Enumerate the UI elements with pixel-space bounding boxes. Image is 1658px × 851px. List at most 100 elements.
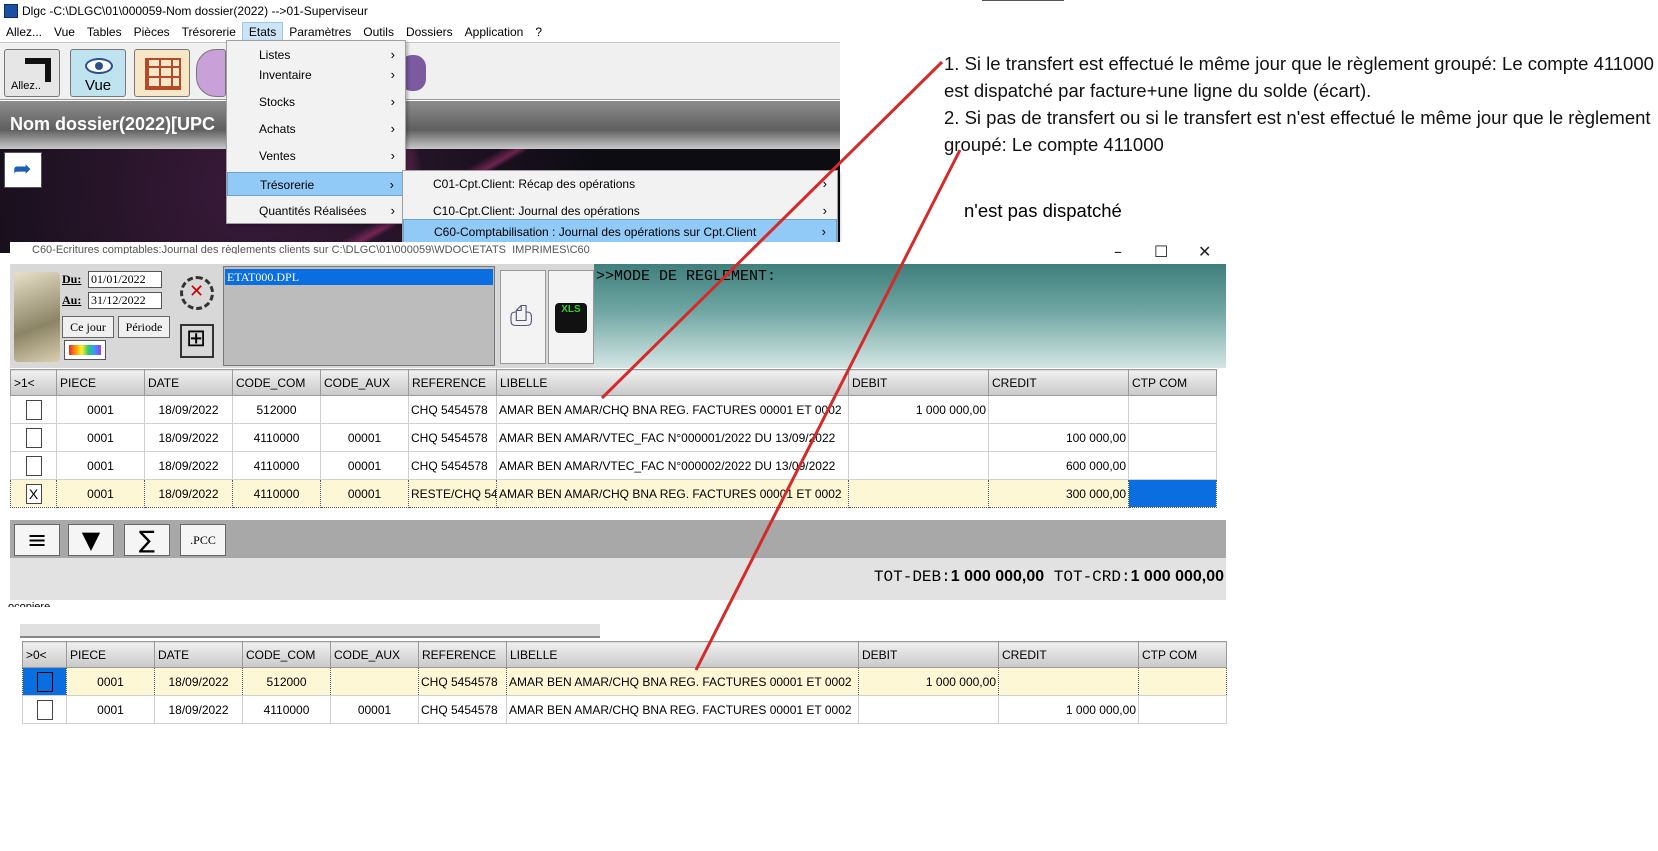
menu-lines-icon[interactable]: ≡	[14, 524, 60, 556]
print-preview-icon[interactable]	[500, 270, 546, 364]
close-icon[interactable]: ✕	[1198, 242, 1211, 261]
etats-item-achats[interactable]: Achats ›	[227, 117, 405, 141]
etats-item-ventes[interactable]: Ventes ›	[227, 144, 405, 168]
col-header-check[interactable]: >0<	[22, 641, 67, 668]
menu-allez[interactable]: Allez...	[0, 23, 48, 41]
col-header-credit[interactable]: CREDIT	[988, 369, 1129, 396]
ce-jour-button[interactable]: Ce jour	[62, 316, 114, 338]
xls-export-button[interactable]: XLS	[548, 270, 594, 364]
submenu-item-c60[interactable]: C60-Comptabilisation : Journal des opéra…	[403, 219, 837, 243]
etats-item-inventaire[interactable]: Inventaire ›	[227, 63, 405, 87]
row-checkbox[interactable]	[25, 455, 42, 476]
submenu-item-c01[interactable]: C01-Cpt.Client: Récap des opérations ›	[403, 172, 837, 196]
col-header-reference[interactable]: REFERENCE	[418, 641, 507, 668]
menu-parametres[interactable]: Paramètres	[283, 23, 357, 41]
cell-code-com: 512000	[232, 395, 321, 424]
gear-icon[interactable]	[180, 276, 214, 310]
cell-debit	[848, 423, 989, 452]
row-checkbox[interactable]	[36, 671, 53, 692]
menu-tables[interactable]: Tables	[81, 23, 128, 41]
tot-crd-value: 1 000 000,00	[1130, 568, 1224, 585]
money-icon	[14, 272, 60, 362]
color-picker-button[interactable]	[64, 340, 106, 360]
shortcut-arrow-icon[interactable]	[4, 152, 42, 188]
etats-item-quantites[interactable]: Quantités Réalisées ›	[227, 199, 405, 223]
filter-icon[interactable]: ▼	[68, 524, 114, 556]
clip-button[interactable]	[196, 49, 226, 97]
cell-piece: 0001	[56, 395, 145, 424]
col-header-code-aux[interactable]: CODE_AUX	[320, 369, 409, 396]
col-header-ctp-com[interactable]: CTP COM	[1138, 641, 1227, 668]
col-header-debit[interactable]: DEBIT	[848, 369, 989, 396]
pcc-button[interactable]: .PCC	[180, 524, 226, 556]
file-list[interactable]: ETAT000.DPL	[223, 266, 495, 366]
sigma-icon[interactable]: ∑	[124, 524, 170, 556]
du-date-input[interactable]	[88, 271, 162, 288]
chevron-right-icon: ›	[390, 94, 395, 109]
row-checkbox[interactable]	[25, 427, 42, 448]
col-header-piece[interactable]: PIECE	[66, 641, 155, 668]
etats-item-label: Quantités Réalisées	[259, 204, 367, 218]
col-header-date[interactable]: DATE	[144, 369, 233, 396]
cell-date: 18/09/2022	[144, 423, 233, 452]
tables-button[interactable]	[134, 49, 190, 97]
col-header-reference[interactable]: REFERENCE	[408, 369, 497, 396]
etats-item-tresorerie[interactable]: Trésorerie ›	[227, 172, 405, 196]
table-row[interactable]: 0001 18/09/2022 4110000 00001 CHQ 545457…	[10, 423, 1217, 452]
menu-tresorerie[interactable]: Trésorerie	[176, 23, 242, 41]
col-header-code-aux[interactable]: CODE_AUX	[330, 641, 419, 668]
menu-dossiers[interactable]: Dossiers	[400, 23, 459, 41]
cell-ctp-com	[1128, 423, 1217, 452]
col-header-libelle[interactable]: LIBELLE	[506, 641, 859, 668]
col-header-date[interactable]: DATE	[154, 641, 243, 668]
maximize-icon[interactable]: ☐	[1154, 242, 1168, 261]
cell-credit: 600 000,00	[988, 451, 1129, 480]
tresorerie-submenu: C01-Cpt.Client: Récap des opérations › C1…	[402, 170, 838, 243]
cell-debit	[848, 451, 989, 480]
col-header-piece[interactable]: PIECE	[56, 369, 145, 396]
row-checkbox[interactable]: X	[25, 483, 42, 504]
chevron-right-icon: ›	[390, 203, 395, 218]
menu-application[interactable]: Application	[459, 23, 530, 41]
col-header-libelle[interactable]: LIBELLE	[496, 369, 849, 396]
cell-code-aux	[320, 395, 409, 424]
file-list-selected-item[interactable]: ETAT000.DPL	[225, 269, 493, 285]
row-checkbox[interactable]	[36, 699, 53, 720]
menu-etats[interactable]: Etats	[241, 22, 284, 42]
col-header-credit[interactable]: CREDIT	[998, 641, 1139, 668]
row-checkbox[interactable]	[25, 399, 42, 420]
minimize-icon[interactable]: –	[1114, 242, 1122, 261]
menu-help[interactable]: ?	[529, 23, 548, 41]
allez-button-label: Allez..	[11, 80, 41, 92]
cell-reference: CHQ 5454578	[418, 695, 507, 724]
table-row[interactable]: 0001 18/09/2022 512000 CHQ 5454578 AMAR …	[10, 395, 1217, 424]
cell-date: 18/09/2022	[144, 479, 233, 508]
periode-button[interactable]: Période	[118, 316, 170, 338]
cell-ctp-com[interactable]	[1128, 479, 1217, 508]
etats-item-label: Ventes	[259, 149, 296, 163]
menu-outils[interactable]: Outils	[357, 23, 400, 41]
cell-libelle: AMAR BEN AMAR/CHQ BNA REG. FACTURES 0000…	[496, 395, 849, 424]
au-date-input[interactable]	[88, 292, 162, 309]
table-row[interactable]: 0001 18/09/2022 4110000 00001 CHQ 545457…	[22, 695, 1227, 724]
col-header-code-com[interactable]: CODE_COM	[242, 641, 331, 668]
target-icon[interactable]	[180, 324, 214, 358]
cell-code-com: 4110000	[232, 451, 321, 480]
cell-piece: 0001	[66, 667, 155, 696]
table-row-selected[interactable]: X 0001 18/09/2022 4110000 00001 RESTE/CH…	[10, 479, 1217, 508]
vue-button[interactable]: Vue	[70, 49, 126, 97]
etats-item-stocks[interactable]: Stocks ›	[227, 90, 405, 114]
note-1: 1. Si le transfert est effectué le même …	[944, 53, 1654, 101]
cell-reference: CHQ 5454578	[408, 423, 497, 452]
menu-pieces[interactable]: Pièces	[128, 23, 176, 41]
col-header-code-com[interactable]: CODE_COM	[232, 369, 321, 396]
col-header-debit[interactable]: DEBIT	[858, 641, 999, 668]
dossier-title: Nom dossier(2022)[UPC	[10, 114, 216, 134]
table-row[interactable]: 0001 18/09/2022 4110000 00001 CHQ 545457…	[10, 451, 1217, 480]
menu-vue[interactable]: Vue	[48, 23, 81, 41]
cell-ctp-com	[1138, 695, 1227, 724]
col-header-check[interactable]: >1<	[10, 369, 57, 396]
table-row-selected[interactable]: 0001 18/09/2022 512000 CHQ 5454578 AMAR …	[22, 667, 1227, 696]
allez-button[interactable]: Allez..	[4, 49, 60, 97]
col-header-ctp-com[interactable]: CTP COM	[1128, 369, 1217, 396]
